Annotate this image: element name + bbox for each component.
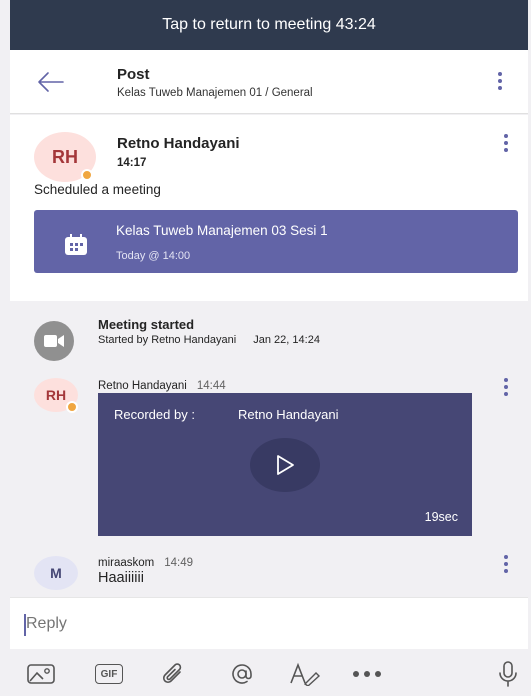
meeting-event-avatar (34, 321, 74, 361)
avatar[interactable]: RH (34, 378, 78, 413)
back-arrow-icon[interactable] (35, 66, 67, 98)
avatar[interactable]: M (34, 556, 78, 590)
message-time: 14:44 (196, 380, 226, 392)
post-card: RH Retno Handayani 14:17 Scheduled a mee… (10, 115, 528, 301)
chat-message-meta: miraaskom 14:49 (98, 557, 193, 569)
compose-toolbar: GIF (10, 649, 528, 696)
avatar[interactable]: RH (34, 132, 96, 182)
header: Post Kelas Tuweb Manajemen 01 / General (10, 50, 528, 114)
message-more-options-icon[interactable] (503, 378, 509, 400)
more-actions-icon[interactable] (350, 661, 384, 687)
banner-text: Tap to return to meeting 43:24 (162, 16, 376, 33)
calendar-icon (65, 234, 87, 255)
meeting-card[interactable]: Kelas Tuweb Manajemen 03 Sesi 1 Today @ … (34, 210, 518, 273)
message-time: 14:49 (164, 557, 194, 569)
meeting-time: Today @ 14:00 (116, 250, 191, 262)
play-button[interactable] (250, 438, 320, 492)
reply-input[interactable] (26, 610, 496, 638)
microphone-icon[interactable] (496, 661, 520, 687)
message-text: Haaiiiiii (98, 570, 144, 586)
meeting-started-title: Meeting started (98, 317, 195, 332)
post-more-options-icon[interactable] (503, 134, 509, 156)
avatar-initials: RH (45, 387, 67, 403)
post-action-text: Scheduled a meeting (34, 182, 161, 197)
recorded-by-name: Retno Handayani (238, 407, 339, 422)
video-camera-icon (44, 335, 64, 347)
mention-icon[interactable] (228, 661, 256, 687)
page-title: Post (117, 66, 150, 83)
message-author[interactable]: Retno Handayani (98, 380, 187, 392)
post-time: 14:17 (117, 157, 147, 169)
message-author[interactable]: miraaskom (98, 557, 154, 569)
reply-bar (10, 597, 528, 649)
gif-label: GIF (95, 664, 123, 684)
status-away-icon (66, 401, 78, 413)
status-away-icon (81, 169, 93, 181)
recording-duration: 19sec (424, 510, 458, 524)
meeting-started-by: Started by Retno Handayani (98, 334, 237, 346)
attach-icon[interactable] (160, 661, 186, 687)
avatar-initials: RH (52, 146, 78, 167)
image-icon[interactable] (26, 661, 56, 687)
recorded-by-label: Recorded by : (114, 407, 195, 422)
gif-icon[interactable]: GIF (93, 661, 125, 687)
meeting-started-date: Jan 22, 14:24 (253, 334, 320, 346)
reply-thread: Meeting started Started by Retno Handaya… (10, 301, 528, 597)
message-more-options-icon[interactable] (503, 555, 509, 577)
play-icon (277, 455, 294, 475)
meeting-started-subtitle: Started by Retno Handayani Jan 22, 14:24 (98, 334, 320, 346)
meeting-title: Kelas Tuweb Manajemen 03 Sesi 1 (116, 223, 328, 238)
post-author[interactable]: Retno Handayani (117, 135, 240, 152)
more-options-icon[interactable] (497, 72, 503, 94)
avatar-initials: M (50, 565, 62, 581)
recording-player[interactable]: Recorded by : Retno Handayani 19sec (98, 393, 472, 536)
return-to-meeting-banner[interactable]: Tap to return to meeting 43:24 (10, 0, 528, 50)
recording-message-meta: Retno Handayani 14:44 (98, 380, 226, 392)
format-text-icon[interactable] (288, 661, 322, 687)
channel-breadcrumb: Kelas Tuweb Manajemen 01 / General (117, 87, 313, 99)
